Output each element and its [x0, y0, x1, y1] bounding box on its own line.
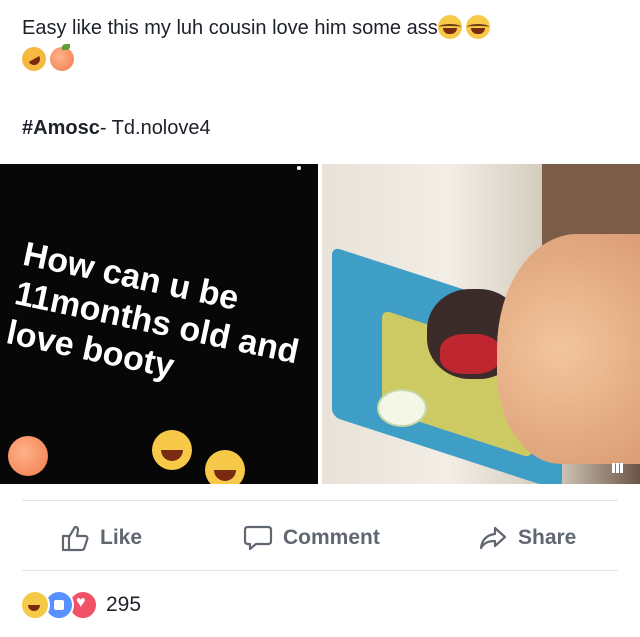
post-text: Easy like this my luh cousin love him so… [17, 12, 622, 76]
rofl-emoji-icon [17, 42, 51, 76]
haha-reaction-icon [20, 590, 50, 620]
photo-baby-shirt [440, 334, 500, 374]
laughing-tears-emoji-icon [205, 450, 245, 484]
laughing-tears-emoji-icon [465, 15, 490, 39]
share-arrow-icon [479, 526, 507, 550]
comment-icon [243, 525, 273, 551]
peach-emoji-icon [8, 436, 48, 476]
share-button[interactable]: Share [478, 518, 576, 558]
share-label: Share [518, 526, 577, 549]
divider-top [22, 500, 618, 501]
reaction-count: 295 [106, 593, 142, 616]
like-label: Like [100, 526, 143, 549]
action-bar: Like Comment Share [0, 518, 640, 558]
media-photo-left[interactable]: How can u be 11months old and love booty [0, 164, 318, 484]
video-indicator-icon [612, 460, 626, 473]
comment-label: Comment [283, 526, 380, 549]
photo-bowl [377, 389, 427, 427]
thumbs-up-icon [61, 525, 89, 552]
laughing-tears-emoji-icon [152, 430, 192, 470]
photo-dot [297, 166, 301, 170]
hashtag-suffix: - Td.nolove4 [99, 117, 211, 139]
reactions-summary[interactable]: 295 [20, 590, 141, 620]
laughing-tears-emoji-icon [437, 15, 462, 39]
divider-bottom [22, 570, 618, 571]
post-emoji-line [17, 42, 622, 76]
comment-button[interactable]: Comment [243, 518, 380, 558]
media-photo-right[interactable] [322, 164, 640, 484]
like-button[interactable]: Like [60, 518, 142, 558]
peach-emoji-icon [50, 44, 74, 71]
photo-caption: How can u be 11months old and love booty [3, 234, 303, 386]
post-message: Easy like this my luh cousin love him so… [22, 17, 438, 39]
photo-adult [497, 234, 640, 464]
hashtag-line: #Amosc- Td.nolove4 [22, 117, 211, 140]
hashtag-link[interactable]: #Amosc [22, 117, 100, 139]
